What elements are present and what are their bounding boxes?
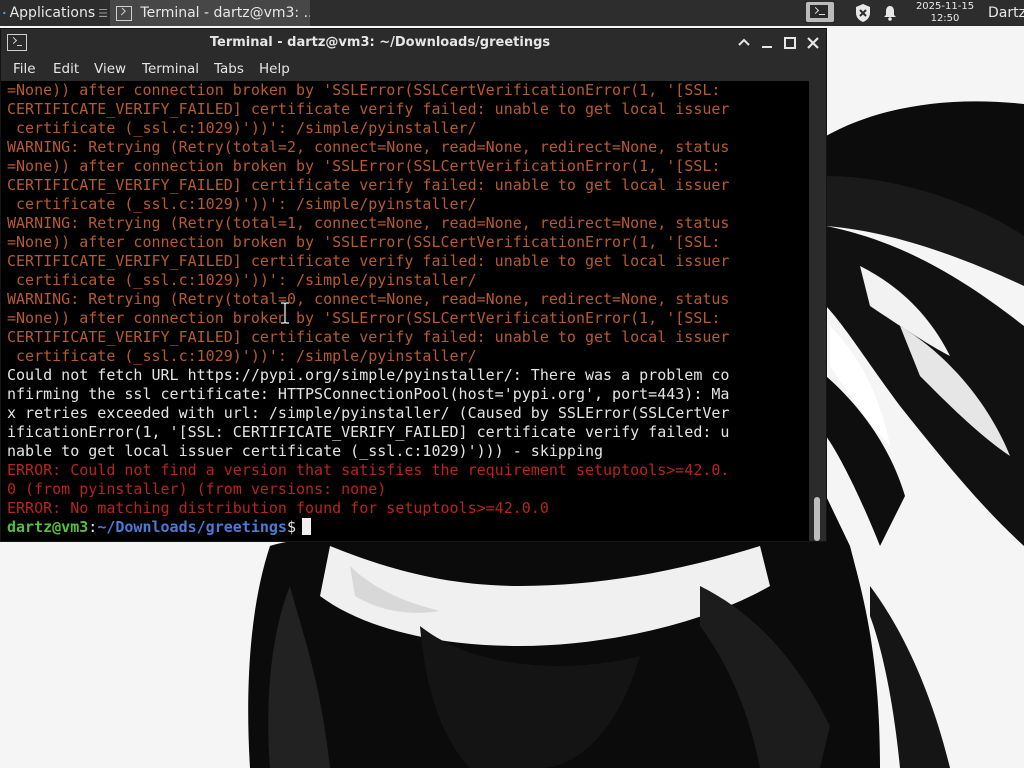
terminal-line: certificate (_ssl.c:1029)'))': /simple/p…	[7, 271, 477, 289]
terminal-line: certificate (_ssl.c:1029)'))': /simple/p…	[7, 195, 477, 213]
menu-view[interactable]: View	[94, 57, 126, 81]
applications-label: Applications	[9, 5, 96, 21]
terminal-line: ERROR: Could not find a version that sat…	[7, 461, 730, 479]
terminal-line: certificate (_ssl.c:1029)'))': /simple/p…	[7, 347, 477, 365]
terminal-line: nfirming the ssl certificate: HTTPSConne…	[7, 385, 730, 403]
window-titlebar[interactable]: Terminal - dartz@vm3: ~/Downloads/greeti…	[1, 29, 826, 57]
terminal-lines: =None)) after connection broken by 'SSLE…	[7, 81, 729, 537]
terminal-line: =None)) after connection broken by 'SSLE…	[7, 309, 721, 327]
applications-menu-button[interactable]: Applications ☰	[0, 0, 108, 26]
scrollbar-thumb[interactable]	[814, 497, 820, 541]
menu-terminal[interactable]: Terminal	[142, 57, 199, 81]
maximize-icon	[784, 37, 796, 49]
terminal-line: CERTIFICATE_VERIFY_FAILED] certificate v…	[7, 100, 730, 118]
maximize-button[interactable]	[782, 35, 798, 51]
terminal-line: CERTIFICATE_VERIFY_FAILED] certificate v…	[7, 176, 730, 194]
terminal-line: 0 (from pyinstaller) (from versions: non…	[7, 480, 387, 498]
window-title: Terminal - dartz@vm3: ~/Downloads/greeti…	[209, 35, 551, 50]
chevron-up-icon	[738, 38, 750, 46]
menu-edit[interactable]: Edit	[53, 57, 79, 81]
terminal-icon	[116, 5, 133, 21]
terminal-window: Terminal - dartz@vm3: ~/Downloads/greeti…	[0, 28, 827, 542]
shade-button[interactable]	[736, 35, 752, 51]
text-cursor-icon	[281, 302, 289, 324]
shield-icon[interactable]	[854, 3, 872, 23]
terminal-line: WARNING: Retrying (Retry(total=0, connec…	[7, 290, 730, 308]
clock[interactable]: 2025-11-15 12:50	[908, 1, 982, 25]
terminal-line: CERTIFICATE_VERIFY_FAILED] certificate v…	[7, 328, 730, 346]
terminal-line: =None)) after connection broken by 'SSLE…	[7, 81, 721, 99]
terminal-icon	[810, 5, 828, 18]
terminal-line: certificate (_ssl.c:1029)'))': /simple/p…	[7, 119, 477, 137]
terminal-line: Could not fetch URL https://pypi.org/sim…	[7, 366, 730, 384]
bell-icon[interactable]	[882, 4, 898, 22]
terminal-line: =None)) after connection broken by 'SSLE…	[7, 233, 721, 251]
tray-terminal-button[interactable]	[806, 2, 834, 22]
menubar: File Edit View Terminal Tabs Help	[1, 57, 826, 81]
taskbar-terminal-label: Terminal - dartz@vm3: ...	[140, 5, 310, 21]
terminal-line: ERROR: No matching distribution found fo…	[7, 499, 549, 517]
prompt-colon: :	[88, 518, 98, 536]
xfce-logo-icon	[3, 11, 6, 15]
menu-help[interactable]: Help	[259, 57, 290, 81]
prompt-symbol: $	[286, 518, 296, 536]
taskbar-terminal-button[interactable]: Terminal - dartz@vm3: ...	[110, 0, 310, 26]
clock-date: 2025-11-15	[915, 1, 975, 12]
menu-file[interactable]: File	[13, 57, 36, 81]
terminal-line: CERTIFICATE_VERIFY_FAILED] certificate v…	[7, 252, 730, 270]
terminal-cursor	[302, 518, 311, 535]
terminal-scrollbar[interactable]	[809, 81, 826, 541]
prompt-line[interactable]: dartz@vm3:~/Downloads/greetings$	[7, 518, 729, 537]
terminal-line: nable to get local issuer certificate (_…	[7, 442, 604, 460]
terminal-line: WARNING: Retrying (Retry(total=2, connec…	[7, 138, 730, 156]
close-button[interactable]	[805, 35, 821, 51]
clock-time: 12:50	[930, 13, 960, 24]
user-menu[interactable]: Dartz	[988, 0, 1024, 26]
prompt-user-host: dartz@vm3	[7, 518, 89, 536]
top-panel: Applications ☰ Terminal - dartz@vm3: ...…	[0, 0, 1024, 26]
prompt-path: ~/Downloads/greetings	[97, 518, 287, 536]
terminal-line: ificationError(1, '[SSL: CERTIFICATE_VER…	[7, 423, 730, 441]
minimize-icon	[762, 46, 772, 48]
close-icon	[807, 37, 819, 49]
menu-lines-icon: ☰	[98, 6, 108, 20]
terminal-line: =None)) after connection broken by 'SSLE…	[7, 157, 721, 175]
menu-tabs[interactable]: Tabs	[214, 57, 244, 81]
minimize-button[interactable]	[759, 35, 775, 51]
terminal-line: x retries exceeded with url: /simple/pyi…	[7, 404, 730, 422]
terminal-output[interactable]: =None)) after connection broken by 'SSLE…	[1, 81, 809, 541]
terminal-line: WARNING: Retrying (Retry(total=1, connec…	[7, 214, 730, 232]
